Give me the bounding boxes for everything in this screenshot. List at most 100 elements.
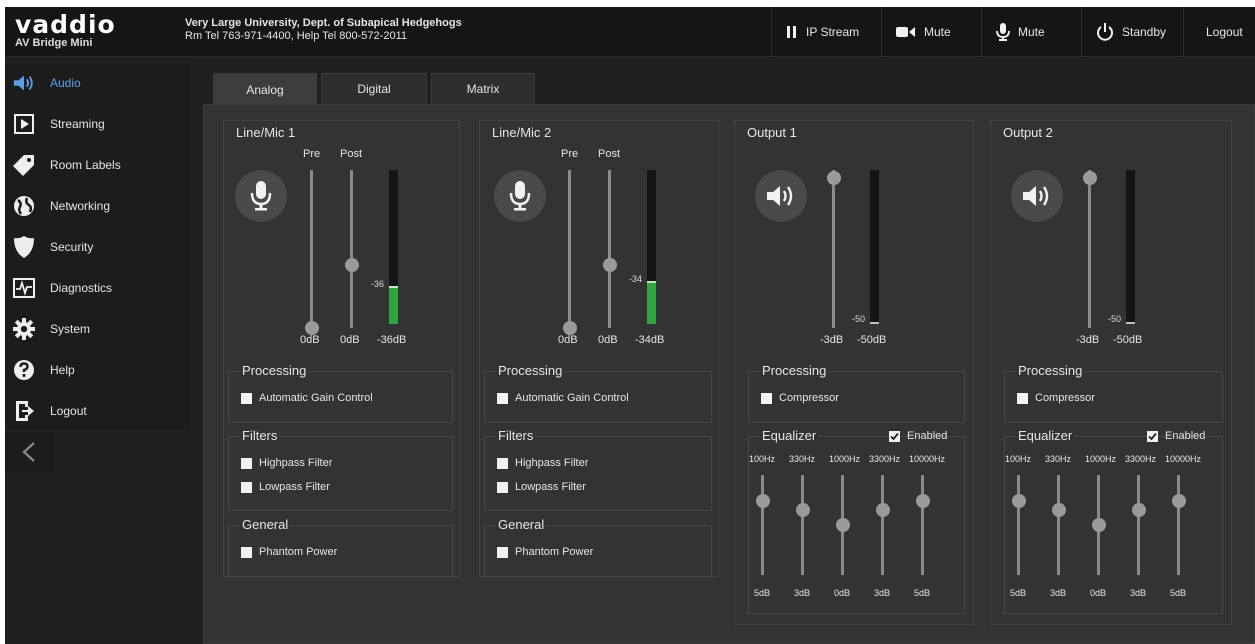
- general-group: General Phantom Power: [484, 517, 712, 577]
- eq-band-slider[interactable]: [1092, 518, 1106, 532]
- eq-band-slider[interactable]: [796, 503, 810, 517]
- group-title: Equalizer: [760, 428, 819, 443]
- highpass-checkbox[interactable]: Highpass Filter: [497, 457, 588, 469]
- header-buttons: IP Stream Mute Mute Standby Logout: [771, 7, 1255, 57]
- eq-band-label: 330Hz: [1045, 454, 1072, 464]
- tab-analog[interactable]: Analog: [213, 73, 317, 106]
- sidebar-item-streaming[interactable]: Streaming: [5, 103, 190, 144]
- sidebar-item-networking[interactable]: Networking: [5, 185, 190, 226]
- eq-band-slider[interactable]: [876, 503, 890, 517]
- audio-tabs: Analog Digital Matrix: [213, 73, 539, 106]
- sidebar-item-label: Audio: [50, 75, 81, 90]
- sidebar-collapse-button[interactable]: [5, 432, 53, 472]
- volume-slider-track: [832, 170, 835, 328]
- meter-value: -50dB: [857, 334, 887, 346]
- eq-band-slider[interactable]: [1052, 503, 1066, 517]
- chevron-left-icon: [22, 442, 35, 462]
- standby-label: Standby: [1122, 25, 1167, 39]
- group-title: Filters: [496, 428, 536, 443]
- eq-band-slider[interactable]: [916, 494, 930, 508]
- eq-band-value: 3dB: [794, 588, 811, 598]
- volume-slider-track: [1088, 170, 1091, 328]
- eq-band-label: 3300Hz: [1125, 454, 1157, 464]
- pre-gain-slider[interactable]: [305, 321, 319, 335]
- eq-band-slider[interactable]: [1132, 503, 1146, 517]
- equalizer-group: Equalizer Enabled 100Hz 330Hz 1000Hz 330…: [1004, 428, 1223, 614]
- post-gain-slider[interactable]: [345, 257, 359, 272]
- phantom-power-checkbox[interactable]: Phantom Power: [497, 546, 593, 558]
- sidebar-item-label: Security: [50, 239, 94, 254]
- post-label: Post: [340, 148, 363, 160]
- volume-slider[interactable]: [1083, 170, 1097, 185]
- header-logout-button[interactable]: Logout: [1183, 7, 1255, 57]
- checkbox-box: [497, 392, 508, 404]
- mic-1-mute-button[interactable]: [235, 170, 287, 222]
- meter-value: -34dB: [635, 334, 665, 346]
- group-title: Equalizer: [1016, 428, 1075, 443]
- compressor-checkbox[interactable]: Compressor: [761, 392, 839, 404]
- lowpass-checkbox[interactable]: Lowpass Filter: [241, 481, 330, 493]
- sidebar-item-label: Help: [50, 362, 75, 377]
- volume-value: -3dB: [1076, 334, 1100, 346]
- processing-group: Processing Compressor: [1004, 363, 1223, 423]
- camera-icon: [896, 27, 915, 37]
- eq-band-label: 1000Hz: [1085, 454, 1117, 464]
- meter-marker: -34: [629, 274, 643, 284]
- compressor-checkbox[interactable]: Compressor: [1017, 392, 1095, 404]
- volume-slider[interactable]: [827, 170, 841, 185]
- eq-band-slider[interactable]: [1172, 494, 1186, 508]
- tab-matrix[interactable]: Matrix: [431, 73, 535, 104]
- eq-band-slider[interactable]: [836, 518, 850, 532]
- microphone-icon: [509, 181, 531, 211]
- sidebar-item-room-labels[interactable]: Room Labels: [5, 144, 190, 185]
- output-2-mute-button[interactable]: [1011, 170, 1063, 222]
- sidebar-item-system[interactable]: System: [5, 308, 190, 349]
- eq-band-value: 5dB: [1170, 588, 1187, 598]
- vaddio-logo: vaddio AV Bridge Mini: [15, 11, 116, 50]
- sidebar-item-security[interactable]: Security: [5, 226, 190, 267]
- group-title: Processing: [496, 363, 565, 378]
- lowpass-checkbox[interactable]: Lowpass Filter: [497, 481, 586, 493]
- sidebar-item-logout[interactable]: Logout: [5, 390, 190, 431]
- eq-band-slider[interactable]: [756, 494, 770, 508]
- sidebar: Audio Streaming Room Labels Networking S…: [5, 62, 190, 430]
- highpass-checkbox[interactable]: Highpass Filter: [241, 457, 332, 469]
- checkbox-box: [241, 481, 252, 493]
- filters-group: Filters Highpass Filter Lowpass Filter: [484, 428, 712, 511]
- checkbox-label: Enabled: [907, 430, 948, 442]
- pre-gain-slider[interactable]: [563, 321, 577, 335]
- post-gain-slider-track: [350, 170, 353, 328]
- eq-band-track: [1017, 475, 1020, 575]
- checkbox-label: Lowpass Filter: [259, 481, 330, 493]
- top-bar: vaddio AV Bridge Mini Very Large Univers…: [5, 7, 1255, 57]
- agc-checkbox[interactable]: Automatic Gain Control: [241, 392, 373, 404]
- eq-band-track: [881, 475, 884, 575]
- tab-digital[interactable]: Digital: [321, 73, 427, 104]
- agc-checkbox[interactable]: Automatic Gain Control: [497, 392, 629, 404]
- meter-value: -36dB: [377, 334, 407, 346]
- post-gain-slider[interactable]: [603, 257, 617, 272]
- ip-stream-button[interactable]: IP Stream: [771, 7, 881, 57]
- eq-band-track: [761, 475, 764, 575]
- eq-band-value: 0dB: [834, 588, 851, 598]
- eq-band-slider[interactable]: [1012, 494, 1026, 508]
- output-1-mute-button[interactable]: [755, 170, 807, 222]
- sidebar-item-label: System: [50, 321, 91, 336]
- header-logout-label: Logout: [1206, 25, 1243, 39]
- mic-2-mute-button[interactable]: [494, 170, 546, 222]
- camera-mute-button[interactable]: Mute: [881, 7, 981, 57]
- eq-enabled-checkbox[interactable]: Enabled: [1147, 430, 1205, 442]
- post-value: 0dB: [598, 334, 618, 346]
- sidebar-item-audio[interactable]: Audio: [5, 62, 190, 103]
- pre-label: Pre: [303, 148, 321, 160]
- eq-band-label: 1000Hz: [829, 454, 861, 464]
- sidebar-item-help[interactable]: Help: [5, 349, 190, 390]
- globe-icon: [13, 195, 35, 217]
- mic-mute-button[interactable]: Mute: [981, 7, 1081, 57]
- checkbox-label: Automatic Gain Control: [259, 392, 373, 404]
- eq-enabled-checkbox[interactable]: Enabled: [889, 430, 947, 442]
- phantom-power-checkbox[interactable]: Phantom Power: [241, 546, 337, 558]
- sidebar-item-diagnostics[interactable]: Diagnostics: [5, 267, 190, 308]
- checkbox-label: Compressor: [1035, 392, 1095, 404]
- standby-button[interactable]: Standby: [1081, 7, 1183, 57]
